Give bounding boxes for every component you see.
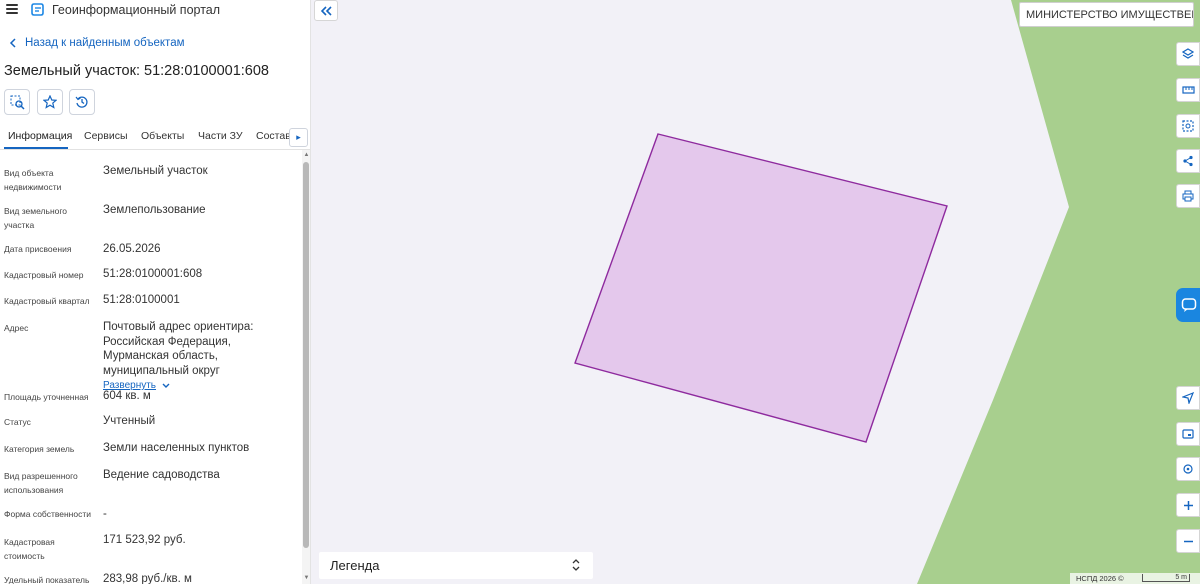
- chat-assistant-button[interactable]: [1176, 288, 1200, 322]
- info-value: Землепользование: [103, 204, 206, 216]
- info-label: Вид разрешенного использования: [4, 471, 78, 495]
- share-button[interactable]: [1176, 149, 1200, 173]
- map-scale: 5 m: [1142, 574, 1190, 582]
- chevron-right-icon: ▸: [296, 132, 301, 142]
- zoom-in-button[interactable]: [1176, 493, 1200, 517]
- ruler-icon: [1181, 86, 1195, 94]
- info-label: Вид объекта недвижимости: [4, 168, 62, 192]
- layers-button[interactable]: [1176, 42, 1200, 66]
- info-value: 51:28:0100001:608: [103, 268, 203, 280]
- minimap-icon: [1182, 429, 1194, 439]
- info-value: Земли населенных пунктов: [103, 442, 250, 454]
- zoom-out-button[interactable]: [1176, 529, 1200, 553]
- info-value: Учтенный: [103, 415, 156, 427]
- info-scrollbar[interactable]: ▲ ▼: [302, 150, 310, 584]
- info-label: Площадь уточненная: [4, 392, 89, 402]
- double-chevron-left-icon: [320, 5, 332, 16]
- info-value: -: [103, 508, 107, 520]
- menu-icon[interactable]: [6, 4, 18, 14]
- info-label: Вид земельного участка: [4, 206, 68, 230]
- minus-icon: [1183, 540, 1193, 542]
- chat-icon: [1181, 298, 1197, 312]
- legend-label: Легенда: [330, 558, 380, 573]
- tab-information[interactable]: Информация: [8, 130, 72, 142]
- tab-parts[interactable]: Части ЗУ: [198, 130, 243, 142]
- info-value: 26.05.2026: [103, 243, 161, 255]
- info-label: Удельный показатель: [4, 575, 90, 584]
- object-info-panel: Геоинформационный портал Назад к найденн…: [0, 0, 311, 584]
- info-value: 171 523,92 руб.: [103, 534, 186, 546]
- select-area-button[interactable]: [1176, 114, 1200, 138]
- printer-icon: [1182, 190, 1194, 202]
- tab-objects[interactable]: Объекты: [141, 130, 184, 142]
- show-on-map-button[interactable]: [4, 89, 30, 115]
- share-icon: [1183, 155, 1193, 167]
- tab-composition[interactable]: Состав: [256, 130, 291, 142]
- object-tabs: Информация Сервисы Объекты Части ЗУ Сост…: [0, 125, 310, 150]
- address-text: Почтовый адрес ориентира: Российская Фед…: [103, 321, 254, 377]
- map-canvas[interactable]: [311, 0, 1200, 584]
- collapse-panel-button[interactable]: [314, 0, 338, 21]
- map-background: [311, 0, 1200, 584]
- star-icon: [43, 95, 57, 109]
- active-tab-indicator: [4, 147, 68, 149]
- top-bar: Геоинформационный портал: [0, 0, 310, 22]
- info-value: 51:28:0100001: [103, 294, 180, 306]
- info-value: Ведение садоводства: [103, 469, 220, 481]
- tab-services[interactable]: Сервисы: [84, 130, 128, 142]
- print-button[interactable]: [1176, 184, 1200, 208]
- info-label: Кадастровый квартал: [4, 296, 90, 306]
- chevron-left-icon: [9, 38, 16, 48]
- info-label: Кадастровая стоимость: [4, 537, 55, 561]
- info-label: Статус: [4, 417, 31, 427]
- area-select-icon: [1182, 120, 1194, 132]
- minimap-button[interactable]: [1176, 422, 1200, 446]
- app-title: Геоинформационный портал: [52, 3, 221, 17]
- page-title: Земельный участок: 51:28:0100001:608: [4, 63, 269, 79]
- info-value: Земельный участок: [103, 165, 208, 177]
- history-icon: [75, 96, 88, 108]
- map-credit: НСПД 2026 ©: [1076, 574, 1124, 583]
- map-search-icon: [10, 95, 25, 110]
- navigation-arrow-icon: [1182, 392, 1194, 404]
- info-value: 283,98 руб./кв. м: [103, 573, 192, 584]
- locate-button[interactable]: [1176, 457, 1200, 481]
- sort-arrows-icon: [572, 559, 580, 571]
- portal-logo: [31, 3, 44, 16]
- history-button[interactable]: [69, 89, 95, 115]
- add-favorite-button[interactable]: [37, 89, 63, 115]
- scrollbar-thumb[interactable]: [303, 162, 309, 548]
- organization-select[interactable]: МИНИСТЕРСТВО ИМУЩЕСТВЕННЫХ: [1019, 2, 1194, 27]
- tabs-scroll-right-button[interactable]: ▸: [289, 128, 308, 147]
- scroll-down-arrow-icon[interactable]: ▼: [303, 575, 310, 581]
- info-label: Адрес: [4, 323, 29, 333]
- info-label: Кадастровый номер: [4, 270, 84, 280]
- info-label: Категория земель: [4, 444, 75, 454]
- measure-button[interactable]: [1176, 78, 1200, 102]
- plus-icon: [1183, 500, 1193, 510]
- location-icon: [1183, 464, 1193, 474]
- legend-dropdown[interactable]: Легенда: [319, 552, 593, 579]
- back-link-label: Назад к найденным объектам: [25, 37, 185, 49]
- info-label: Форма собственности: [4, 509, 91, 519]
- info-label: Дата присвоения: [4, 244, 72, 254]
- scroll-up-arrow-icon[interactable]: ▲: [303, 152, 310, 158]
- navigate-button[interactable]: [1176, 386, 1200, 410]
- info-list: Вид объекта недвижимости Земельный участ…: [0, 150, 302, 584]
- layers-icon: [1182, 48, 1194, 59]
- back-to-results-link[interactable]: Назад к найденным объектам: [7, 37, 185, 49]
- info-value: 604 кв. м: [103, 390, 151, 402]
- info-value-address: Почтовый адрес ориентира: Российская Фед…: [103, 320, 298, 394]
